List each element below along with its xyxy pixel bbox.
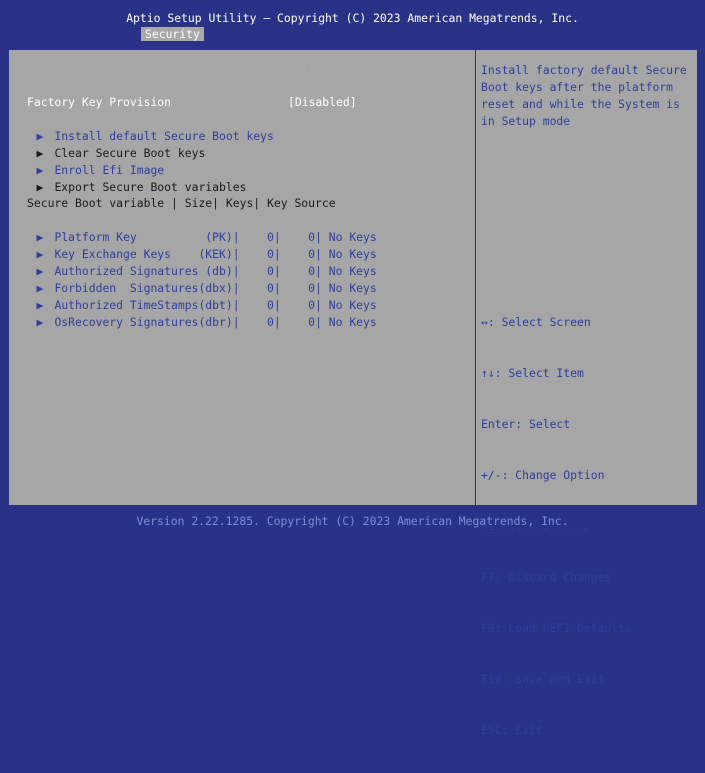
vendor-keys-value: Valid bbox=[288, 63, 323, 77]
item-help-text: Install factory default Secure Boot keys… bbox=[481, 63, 687, 128]
submenu-arrow-icon: ▶ bbox=[36, 180, 44, 194]
key-help-select-item: ↑↓: Select Item bbox=[481, 366, 584, 380]
window-title: Aptio Setup Utility – Copyright (C) 2023… bbox=[126, 11, 579, 25]
key-help-select-screen: ↔: Select Screen bbox=[481, 315, 591, 329]
key-help-f9: F9: Load UEFI Defaults bbox=[481, 621, 632, 635]
table-row-forbidden-signatures[interactable]: ▶ Forbidden Signatures(dbx)| 0| 0| No Key… bbox=[9, 263, 376, 295]
factory-key-provision-value[interactable]: [Disabled] bbox=[288, 94, 357, 111]
table-row-authorized-signatures[interactable]: ▶ Authorized Signatures (db)| 0| 0| No Ke… bbox=[9, 246, 376, 278]
key-help-f10: F10: Save and Exit bbox=[481, 672, 605, 686]
submenu-arrow-icon: ▶ bbox=[36, 315, 44, 329]
menu-export-secure-boot-variables[interactable]: ▶ Export Secure Boot variables bbox=[9, 162, 246, 194]
key-help-change-option: +/-: Change Option bbox=[481, 468, 605, 482]
menu-install-default-keys[interactable]: ▶ Install default Secure Boot keys bbox=[9, 111, 273, 143]
table-row-key-exchange-keys[interactable]: ▶ Key Exchange Keys (KEK)| 0| 0| No Keys bbox=[9, 229, 376, 261]
footer-version: Version 2.22.1285. Copyright (C) 2023 Am… bbox=[0, 513, 705, 529]
table-row-authorized-timestamps[interactable]: ▶ Authorized TimeStamps(dbt)| 0| 0| No Ke… bbox=[9, 280, 376, 312]
secure-boot-table-header: Secure Boot variable | Size| Keys| Key S… bbox=[27, 196, 336, 210]
key-help-esc: ESC: Exit bbox=[481, 723, 543, 737]
settings-panel: Vendor Keys Valid Factory Key Provision … bbox=[9, 50, 475, 505]
menu-enroll-efi-image[interactable]: ▶ Enroll Efi Image bbox=[9, 145, 164, 177]
key-help-f7: F7: Discard Changes bbox=[481, 570, 612, 584]
factory-key-provision-label[interactable]: Factory Key Provision bbox=[27, 94, 171, 111]
table-row-osrecovery-signatures[interactable]: ▶ OsRecovery Signatures(dbr)| 0| 0| No Ke… bbox=[9, 297, 376, 329]
key-help-enter: Enter: Select bbox=[481, 417, 571, 431]
menu-clear-secure-boot-keys[interactable]: ▶ Clear Secure Boot keys bbox=[9, 128, 205, 160]
header-bar: Aptio Setup Utility – Copyright (C) 2023… bbox=[0, 0, 705, 41]
vendor-keys-label: Vendor Keys bbox=[27, 63, 103, 77]
table-row-platform-key[interactable]: ▶ Platform Key (PK)| 0| 0| No Keys bbox=[9, 212, 376, 244]
help-panel: Install factory default Secure Boot keys… bbox=[476, 50, 697, 737]
tab-security[interactable]: Security bbox=[141, 27, 204, 41]
